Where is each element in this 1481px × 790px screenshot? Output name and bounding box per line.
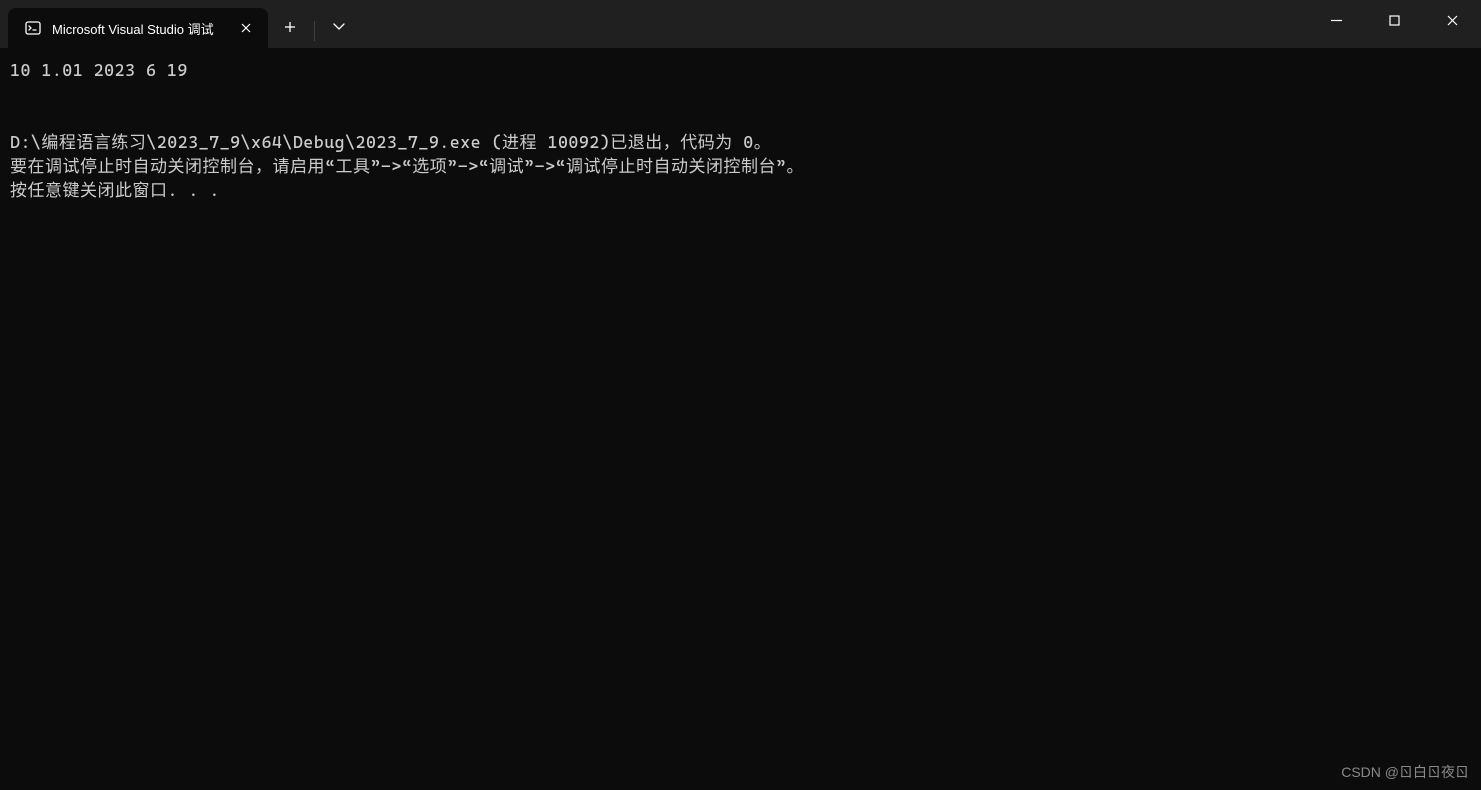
dropdown-button[interactable] <box>321 9 357 45</box>
terminal-tab[interactable]: Microsoft Visual Studio 调试 <box>8 8 268 48</box>
tab-close-button[interactable] <box>236 18 256 38</box>
minimize-button[interactable] <box>1307 0 1365 40</box>
terminal-icon <box>24 19 42 37</box>
new-tab-button[interactable] <box>272 9 308 45</box>
divider <box>314 21 315 41</box>
watermark: CSDN @ㄖ白ㄖ夜ㄖ <box>1341 762 1469 782</box>
titlebar-actions <box>272 0 357 48</box>
window-controls <box>1307 0 1481 48</box>
maximize-button[interactable] <box>1365 0 1423 40</box>
tab-title: Microsoft Visual Studio 调试 <box>52 19 214 38</box>
titlebar-left: Microsoft Visual Studio 调试 <box>0 0 357 48</box>
close-button[interactable] <box>1423 0 1481 40</box>
terminal-output[interactable]: 10 1.01 2023 6 19 D:\编程语言练习\2023_7_9\x64… <box>0 48 1481 212</box>
titlebar: Microsoft Visual Studio 调试 <box>0 0 1481 48</box>
